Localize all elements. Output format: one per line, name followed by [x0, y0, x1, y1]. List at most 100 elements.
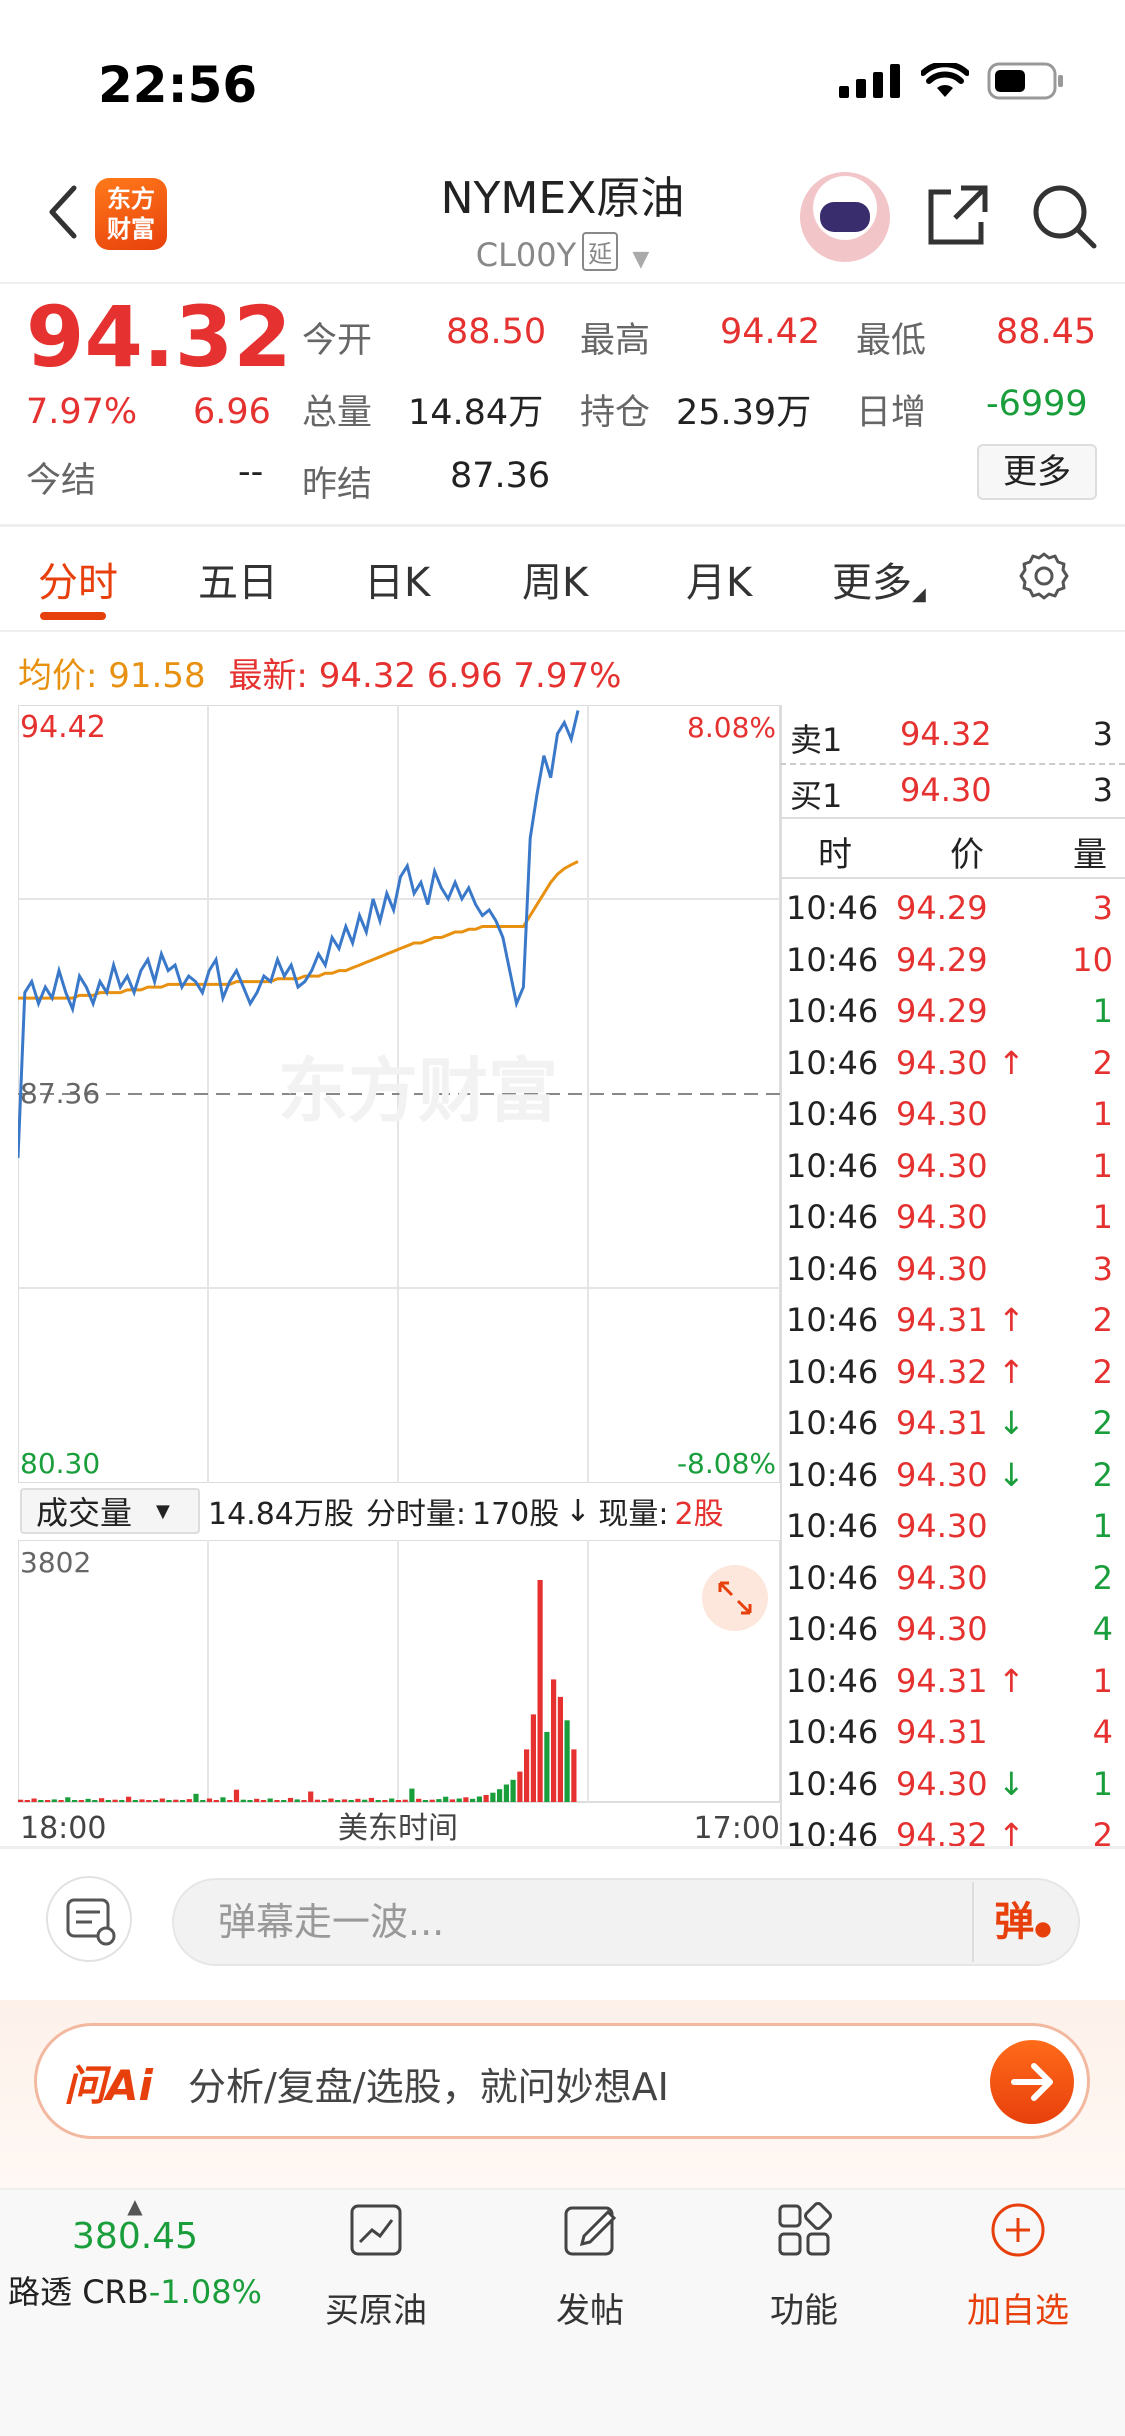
intraday-price-chart[interactable]: 东方财富 94.42 8.08% 87.36 80.30 -8.08% — [18, 705, 780, 1483]
volume-bar — [132, 1800, 138, 1802]
tick-time: 10:46 — [786, 940, 879, 979]
volume-bar — [551, 1679, 557, 1802]
post-label: 发帖 — [556, 2291, 624, 2331]
volume-bar — [179, 1800, 186, 1802]
ai-robot-avatar[interactable] — [800, 172, 890, 262]
volume-bar — [476, 1796, 482, 1802]
caret-down-icon: ▼ — [632, 247, 650, 272]
functions-button[interactable]: 功能 — [704, 2200, 904, 2332]
latest-pct: 7.97% — [513, 656, 622, 696]
tick-qty: 4 — [1092, 1713, 1113, 1751]
search-icon[interactable] — [1030, 182, 1098, 250]
tab-five-day[interactable]: 五日 — [198, 550, 278, 608]
share-icon[interactable] — [925, 182, 991, 248]
prev-settle-value: 87.36 — [450, 456, 551, 496]
tick-row: 10:46 94.31 ↓ 2 — [780, 1404, 1125, 1455]
buy-crude-label: 买原油 — [325, 2291, 427, 2331]
divider — [0, 282, 1125, 284]
volume-bar — [24, 1800, 30, 1802]
volume-bar — [382, 1800, 388, 1802]
up-arrow-icon: ↑ — [998, 1043, 1025, 1082]
tick-time: 10:46 — [786, 992, 879, 1030]
buy-crude-button[interactable]: 买原油 — [276, 2200, 476, 2332]
volume-label: 总量 — [302, 393, 373, 433]
tick-row: 10:46 94.31 ↑ 1 — [780, 1662, 1125, 1713]
x-end-label: 17:00 — [694, 1811, 780, 1846]
caret-up-icon: ▲ — [127, 2194, 143, 2218]
tick-time: 10:46 — [786, 1610, 879, 1648]
post-button[interactable]: 发帖 — [490, 2200, 690, 2332]
battery-icon — [987, 62, 1063, 100]
index-name: 路透 CRB — [8, 2273, 149, 2311]
divider — [0, 1846, 1125, 1849]
tick-time: 10:46 — [786, 1352, 879, 1391]
tick-row: 10:46 94.30 3 — [780, 1250, 1125, 1301]
x-start-label: 18:00 — [20, 1811, 106, 1846]
volume-bar — [375, 1800, 381, 1802]
low-label: 最低 — [856, 321, 927, 361]
index-ticker[interactable]: ▲ 380.45 路透 CRB-1.08% — [0, 2196, 270, 2313]
volume-bar — [294, 1799, 300, 1802]
add-watchlist-button[interactable]: 加自选 — [918, 2200, 1118, 2332]
ai-go-button[interactable] — [990, 2040, 1074, 2124]
latest-price: 94.32 — [318, 656, 417, 696]
volume-bar — [348, 1800, 354, 1802]
tick-qty: 10 — [1072, 940, 1113, 979]
volume-bar — [544, 1731, 550, 1802]
tick-qty: 1 — [1092, 992, 1113, 1030]
tab-more[interactable]: 更多◢ — [832, 550, 926, 608]
danmu-input[interactable]: 弹幕走一波... — [172, 1878, 1080, 1966]
buy1-price: 94.30 — [900, 771, 992, 809]
tab-intraday[interactable]: 分时 — [38, 550, 118, 608]
volume-bar — [483, 1795, 489, 1802]
volume-bar — [45, 1800, 51, 1802]
volume-bar — [139, 1799, 145, 1802]
comment-list-button[interactable] — [46, 1876, 132, 1962]
expand-chart-button[interactable] — [702, 1565, 768, 1631]
volume-bar — [267, 1798, 273, 1802]
col-qty: 量 — [1073, 835, 1107, 875]
tab-weekly-k[interactable]: 周K — [522, 550, 588, 608]
tick-time: 10:46 — [786, 1301, 879, 1339]
sell1-label: 卖1 — [790, 721, 843, 759]
indicator-select-label: 成交量 — [36, 1494, 133, 1532]
settings-gear-icon[interactable] — [1018, 550, 1070, 602]
volume-bar — [99, 1798, 105, 1802]
down-arrow-icon: ↓ — [565, 1493, 591, 1529]
tick-price: 94.31 — [896, 1661, 988, 1700]
volume-bar — [213, 1800, 219, 1802]
arrow-right-icon — [1011, 2063, 1053, 2101]
tick-qty: 1 — [1092, 1198, 1113, 1236]
volume-bar — [31, 1798, 37, 1802]
tick-qty: 2 — [1092, 1043, 1113, 1082]
tick-time: 10:46 — [786, 1713, 879, 1751]
tick-qty: 3 — [1092, 889, 1113, 927]
tick-price: 94.31 — [896, 1713, 988, 1751]
volume-total: 14.84万股 — [208, 1497, 354, 1532]
more-quote-button[interactable]: 更多 — [977, 444, 1097, 500]
tab-more-label: 更多 — [832, 560, 912, 606]
volume-bar — [402, 1799, 408, 1802]
x-mid-label: 美东时间 — [338, 1811, 458, 1846]
tick-row: 10:46 94.30 ↑ 2 — [780, 1044, 1125, 1095]
danmu-toggle-button[interactable]: 弹● — [972, 1882, 1072, 1962]
tab-daily-k[interactable]: 日K — [364, 550, 430, 608]
tick-price: 94.30 — [896, 1198, 988, 1236]
code-text: CL00Y — [475, 236, 577, 274]
buy1-qty: 3 — [1092, 771, 1113, 809]
indicator-select[interactable]: 成交量 ▼ — [20, 1488, 200, 1534]
volume-bar — [260, 1800, 267, 1802]
daily-increase-value: -6999 — [986, 384, 1088, 424]
volume-bar — [200, 1800, 206, 1802]
volume-chart[interactable]: 3802 18:00 美东时间 17:00 — [18, 1540, 780, 1850]
change-pct: 7.97% — [26, 392, 138, 432]
volume-bar — [328, 1798, 334, 1802]
volume-bar — [65, 1797, 71, 1802]
avg-latest-line: 均价: 91.58 最新: 94.32 6.96 7.97% — [18, 648, 621, 697]
volume-bar — [186, 1799, 192, 1802]
open-interest-value: 25.39万 — [676, 393, 812, 433]
volume-bar — [173, 1799, 179, 1802]
tick-row: 10:46 94.30 ↓ 1 — [780, 1765, 1125, 1816]
tab-monthly-k[interactable]: 月K — [686, 550, 752, 608]
wifi-icon — [921, 63, 969, 97]
